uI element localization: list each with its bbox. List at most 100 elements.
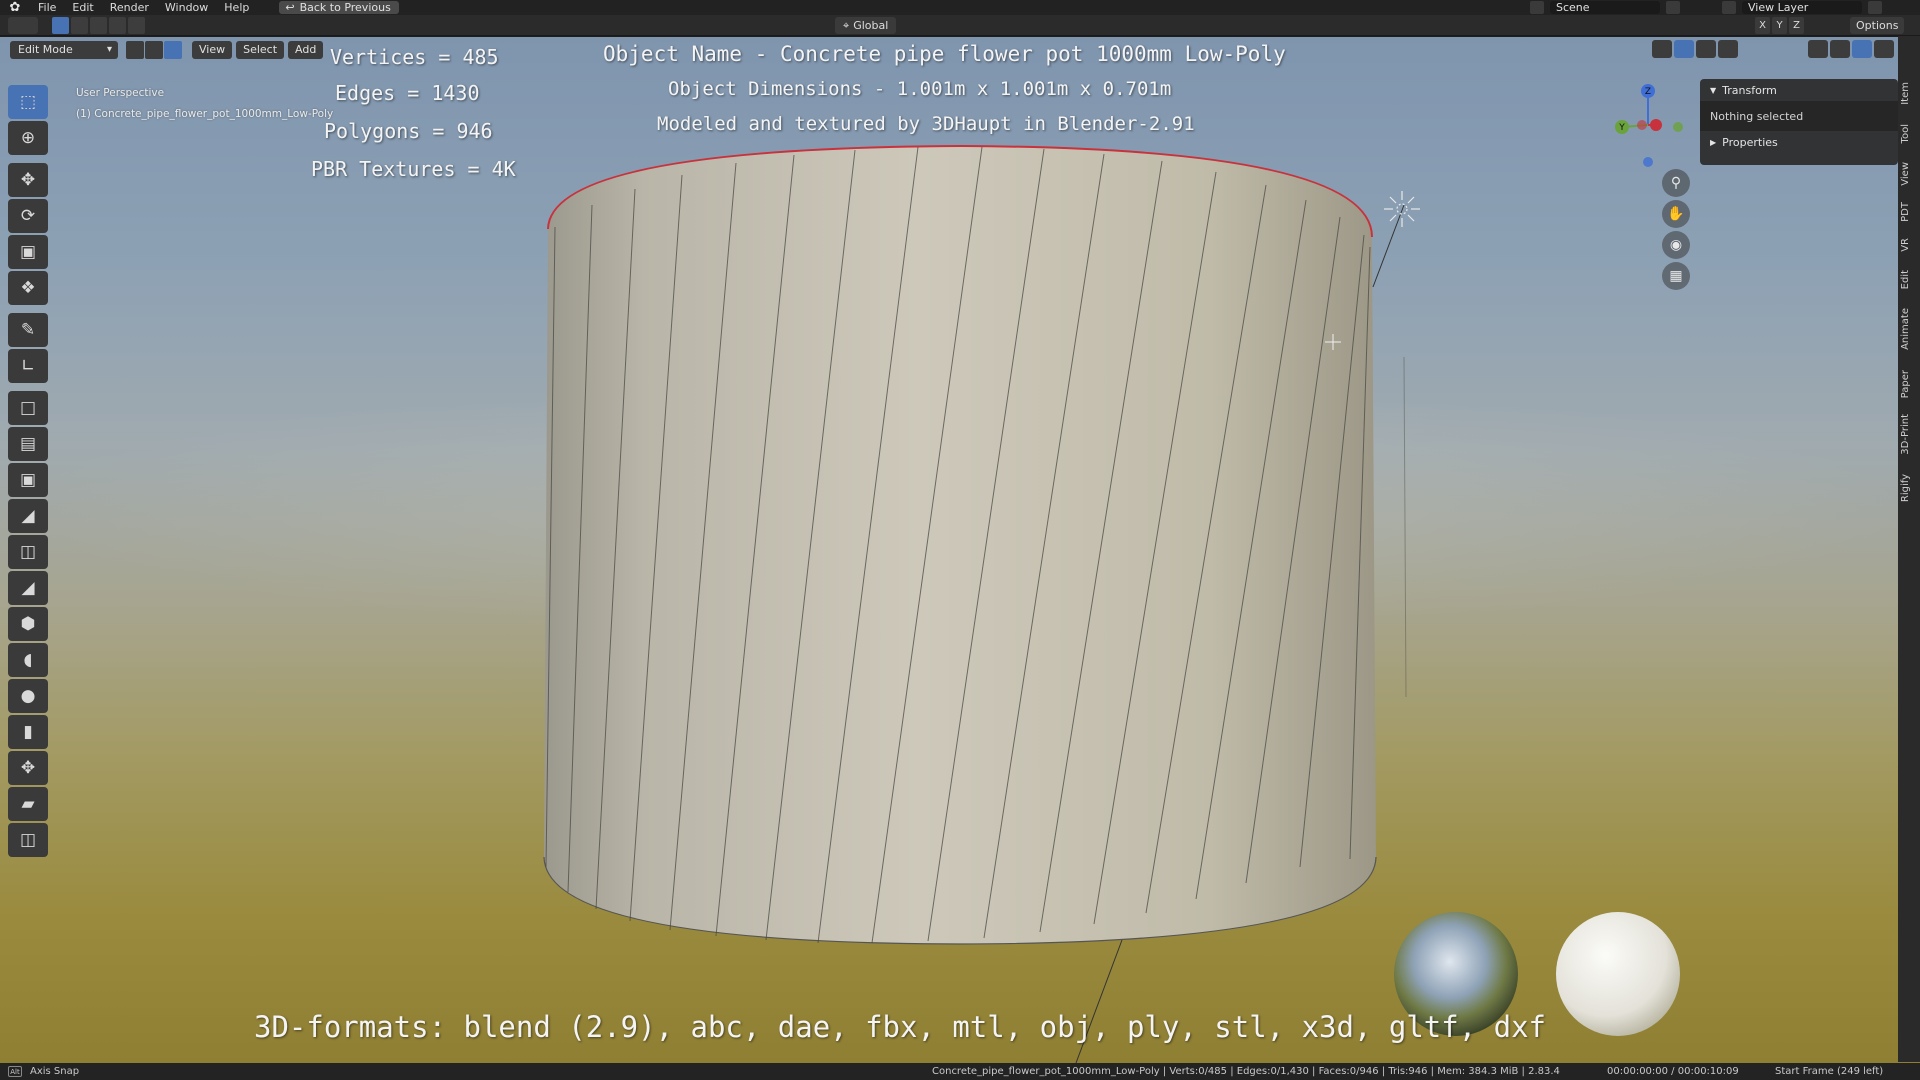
tab-tool[interactable]: Tool [1900, 124, 1918, 143]
properties-label: Properties [1722, 135, 1778, 149]
face-select-icon[interactable] [164, 41, 182, 59]
select-intersect-mode[interactable] [128, 16, 145, 34]
tab-pdt[interactable]: PDT [1900, 202, 1918, 222]
shear-tool-icon[interactable]: ▰ [8, 787, 48, 821]
axis-z-toggle[interactable]: Z [1789, 17, 1804, 34]
camera-view-icon[interactable]: ◉ [1662, 231, 1690, 259]
tab-vr[interactable]: VR [1900, 238, 1918, 252]
editor-type-button[interactable] [8, 16, 38, 34]
blender-logo-icon[interactable]: ✿ [0, 0, 30, 15]
mesh-select-mode [126, 41, 182, 59]
tab-rigify[interactable]: Rigify [1900, 474, 1918, 502]
pan-hand-icon[interactable]: ✋ [1662, 200, 1690, 228]
options-dropdown[interactable]: Options [1850, 17, 1905, 34]
extrude-tool-icon[interactable]: ▤ [8, 427, 48, 461]
navigation-gizmo[interactable]: Z Y [1604, 75, 1700, 171]
gizmo-toggle-icon[interactable] [1674, 40, 1694, 58]
rotate-tool-icon[interactable]: ⟳ [8, 199, 48, 233]
rendered-shading-icon[interactable] [1874, 40, 1894, 58]
scale-tool-icon[interactable]: ▣ [8, 235, 48, 269]
menu-render[interactable]: Render [102, 1, 157, 14]
scene-selector[interactable]: Scene [1530, 1, 1700, 14]
camera-line [1075, 939, 1123, 1063]
xray-toggle-icon[interactable] [1718, 40, 1738, 58]
vertex-select-icon[interactable] [126, 41, 144, 59]
add-cube-tool-icon[interactable]: □ [8, 391, 48, 425]
viewport-header: Edit Mode View Select Add [10, 40, 324, 60]
back-icon: ↩ [285, 1, 295, 14]
copy-layer-icon[interactable] [1868, 1, 1882, 14]
zoom-icon[interactable]: ⚲ [1662, 169, 1690, 197]
smooth-tool-icon[interactable]: ● [8, 679, 48, 713]
transform-tool-icon[interactable]: ❖ [8, 271, 48, 305]
object-name-caption: Object Name - Concrete pipe flower pot 1… [603, 42, 1286, 66]
solid-shading-icon[interactable] [1830, 40, 1850, 58]
view-menu[interactable]: View [192, 41, 233, 59]
transform-section[interactable]: ▼ Transform [1700, 79, 1898, 101]
axis-y-toggle[interactable]: Y [1772, 17, 1787, 34]
bevel-tool-icon[interactable]: ◢ [8, 499, 48, 533]
menu-edit[interactable]: Edit [64, 1, 101, 14]
polygons-caption: Polygons = 946 [324, 119, 493, 143]
properties-section[interactable]: ▶ Properties [1700, 131, 1898, 153]
status-bar: Alt Axis Snap Concrete_pipe_flower_pot_1… [0, 1063, 1920, 1080]
menu-window[interactable]: Window [157, 1, 216, 14]
view-layer-name-field[interactable]: View Layer [1742, 1, 1862, 14]
vertices-caption: Vertices = 485 [330, 45, 499, 69]
back-to-previous-label: Back to Previous [299, 1, 391, 14]
pot-model[interactable] [0, 37, 1920, 1063]
collapse-triangle-icon: ▶ [1710, 137, 1717, 147]
edge-select-icon[interactable] [145, 41, 163, 59]
select-box-mode[interactable] [52, 16, 69, 34]
top-menu-bar: ✿ File Edit Render Window Help ↩ Back to… [0, 0, 1920, 15]
poly-build-tool-icon[interactable]: ⬢ [8, 607, 48, 641]
tool-shelf: ⬚ ⊕ ✥ ⟳ ▣ ❖ ✎ ∟ □ ▤ ▣ ◢ ◫ ◢ ⬢ ◖ ● ▮ ✥ ▰ … [8, 85, 50, 859]
3d-viewport[interactable]: Edit Mode View Select Add User Perspecti… [0, 37, 1920, 1063]
tab-animate[interactable]: Animate [1900, 308, 1918, 350]
tab-item[interactable]: Item [1900, 82, 1918, 105]
copy-scene-icon[interactable] [1666, 1, 1680, 14]
measure-tool-icon[interactable]: ∟ [8, 349, 48, 383]
annotate-tool-icon[interactable]: ✎ [8, 313, 48, 347]
tab-paper[interactable]: Paper [1900, 370, 1918, 398]
material-shading-icon[interactable] [1852, 40, 1872, 58]
select-subtract-mode[interactable] [90, 16, 107, 34]
back-to-previous-button[interactable]: ↩ Back to Previous [279, 1, 399, 14]
rip-region-tool-icon[interactable]: ◫ [8, 823, 48, 857]
scene-icon [1530, 1, 1544, 14]
diffuse-preview-sphere [1556, 912, 1680, 1036]
axis-x-toggle[interactable]: X [1755, 17, 1770, 34]
ortho-grid-icon[interactable]: ▦ [1662, 262, 1690, 290]
knife-tool-icon[interactable]: ◢ [8, 571, 48, 605]
tab-view[interactable]: View [1900, 162, 1918, 186]
pot-body [544, 146, 1376, 944]
view-layer-selector[interactable]: View Layer [1722, 1, 1918, 14]
edge-slide-tool-icon[interactable]: ▮ [8, 715, 48, 749]
select-menu[interactable]: Select [236, 41, 285, 59]
visibility-icon[interactable] [1652, 40, 1672, 58]
transform-label: Transform [1722, 83, 1777, 97]
loop-cut-tool-icon[interactable]: ◫ [8, 535, 48, 569]
tab-edit[interactable]: Edit [1900, 270, 1918, 289]
scene-name-field[interactable]: Scene [1550, 1, 1660, 14]
menu-help[interactable]: Help [216, 1, 257, 14]
select-extend-mode[interactable] [71, 16, 88, 34]
tab-3d-print[interactable]: 3D-Print [1900, 414, 1918, 455]
shading-modes [1808, 40, 1894, 58]
add-menu[interactable]: Add [288, 41, 324, 59]
inset-tool-icon[interactable]: ▣ [8, 463, 48, 497]
axis-snap-hint: Axis Snap [30, 1066, 80, 1077]
menu-file[interactable]: File [30, 1, 64, 14]
gizmo-x-axis[interactable] [1650, 119, 1662, 131]
cursor-tool-icon[interactable]: ⊕ [8, 121, 48, 155]
shrink-fatten-tool-icon[interactable]: ✥ [8, 751, 48, 785]
perspective-label: User Perspective [76, 87, 165, 99]
move-tool-icon[interactable]: ✥ [8, 163, 48, 197]
select-box-tool-icon[interactable]: ⬚ [8, 85, 48, 119]
wireframe-shading-icon[interactable] [1808, 40, 1828, 58]
overlay-toggle-icon[interactable] [1696, 40, 1716, 58]
interaction-mode-select[interactable]: Edit Mode [10, 41, 118, 59]
select-invert-mode[interactable] [109, 16, 126, 34]
transform-orientation-select[interactable]: ⌖ Global [835, 17, 897, 34]
spin-tool-icon[interactable]: ◖ [8, 643, 48, 677]
